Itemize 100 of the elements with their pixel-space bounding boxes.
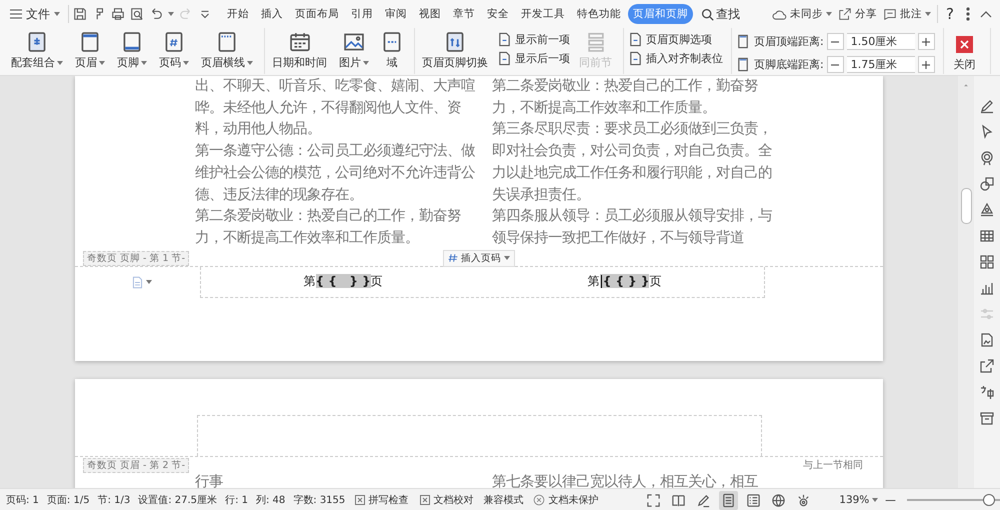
- cursor-icon[interactable]: [979, 124, 995, 140]
- image-file-icon[interactable]: [979, 332, 995, 348]
- find-button[interactable]: 查找: [695, 2, 746, 26]
- margin-icon: [736, 34, 751, 49]
- ribbon-button[interactable]: 页眉页脚选项: [628, 32, 723, 47]
- undo-icon[interactable]: [149, 7, 163, 21]
- page-icon: [497, 32, 512, 47]
- ribbon-button[interactable]: 配套组合: [8, 30, 66, 71]
- distance-field[interactable]: 1.50厘米: [846, 33, 915, 50]
- footer-label: 奇数页 页脚 - 第 1 节-: [83, 250, 189, 266]
- ribbon-button[interactable]: 图片: [336, 30, 372, 71]
- boxed-x-icon: [355, 495, 366, 505]
- badge-icon[interactable]: [979, 150, 995, 166]
- caret-icon: [826, 12, 832, 16]
- table-icon[interactable]: [979, 228, 995, 244]
- caret-icon: [141, 60, 147, 64]
- body-paragraph: 第七条要以律己宽以待人，相互关心，相互: [492, 473, 759, 488]
- increase-button[interactable]: [918, 33, 935, 50]
- status-item: 页码: 1: [5, 494, 40, 507]
- caret-icon: [146, 280, 152, 284]
- increase-button[interactable]: [918, 56, 935, 73]
- hash-icon: [448, 253, 458, 264]
- ribbon-tab[interactable]: 审阅: [380, 4, 412, 24]
- grid-icon[interactable]: [979, 254, 995, 270]
- shapes-icon[interactable]: [979, 176, 995, 192]
- header-label: 奇数页 页眉 - 第 2 节-: [83, 458, 189, 472]
- view-button[interactable]: [719, 490, 738, 510]
- scrollbar-thumb[interactable]: [960, 188, 972, 224]
- ribbon-tab[interactable]: 引用: [346, 4, 378, 24]
- globe-icon: [771, 492, 786, 508]
- ribbon-button[interactable]: 显示后一项: [497, 51, 570, 66]
- search-icon: [701, 8, 714, 20]
- sliders-icon[interactable]: [979, 306, 995, 322]
- archive-icon[interactable]: [979, 410, 995, 426]
- status-toggle[interactable]: 拼写检查: [349, 493, 414, 507]
- protection-button[interactable]: 文档未保护: [527, 493, 604, 507]
- ribbon-button[interactable]: 页眉页脚切换: [419, 30, 491, 71]
- zoom-slider-thumb[interactable]: [983, 494, 996, 506]
- comment-button[interactable]: 批注: [881, 5, 934, 23]
- share-button[interactable]: 分享: [836, 5, 880, 23]
- zoom-level-button[interactable]: 139%: [835, 492, 882, 508]
- body-paragraph: 第四条服从领导：员工必须服从领导安排，与领导保持一致把工作做好，不与领导背道: [492, 206, 773, 248]
- spin-label: 页脚底端距离:: [754, 57, 824, 72]
- ribbon-button[interactable]: 插入对齐制表位: [628, 51, 723, 66]
- plus-icon: [922, 60, 930, 68]
- ribbon-tab[interactable]: 开始: [222, 4, 254, 24]
- shield-icon: [533, 494, 546, 506]
- ribbon-button[interactable]: 域: [378, 30, 406, 71]
- body-paragraph: 行事: [195, 473, 224, 488]
- ribbon-button[interactable]: 页眉: [72, 30, 108, 71]
- same-as-previous-label: 与上一节相同: [803, 458, 863, 472]
- status-item: 列: 48: [254, 494, 286, 507]
- ribbon-tab[interactable]: 页面布局: [290, 4, 344, 24]
- pen-icon[interactable]: [979, 98, 995, 114]
- document-icon: [26, 31, 48, 53]
- header-icon: [79, 31, 101, 53]
- ribbon-button[interactable]: 页眉横线: [198, 30, 256, 71]
- ribbon-tab[interactable]: 开发工具: [516, 4, 570, 24]
- cloud-icon: [772, 8, 788, 20]
- help-button[interactable]: ?: [942, 5, 958, 23]
- decrease-button[interactable]: [826, 33, 844, 50]
- caret-icon: [504, 256, 510, 260]
- print-icon[interactable]: [111, 7, 125, 21]
- compat-mode-label: 兼容模式: [482, 494, 524, 507]
- sync-button[interactable]: 未同步: [770, 5, 834, 23]
- switch-icon: [444, 31, 466, 53]
- ribbon-button[interactable]: 日期和时间: [269, 30, 330, 71]
- file-menu[interactable]: 文件: [6, 4, 64, 24]
- caret-icon: [99, 60, 105, 64]
- page-icon: [628, 51, 643, 66]
- status-item: 节: 1/3: [96, 494, 132, 507]
- export-icon[interactable]: [979, 358, 995, 374]
- footer-icon: [121, 31, 143, 53]
- ribbon-tab[interactable]: 章节: [448, 4, 480, 24]
- print-preview-icon[interactable]: [130, 7, 144, 21]
- ribbon-tab[interactable]: 插入: [256, 4, 288, 24]
- bar-chart-icon[interactable]: [979, 280, 995, 296]
- distance-field[interactable]: 1.75厘米: [846, 56, 915, 73]
- decrease-button[interactable]: [826, 56, 844, 73]
- insert-page-number-button[interactable]: 插入页码: [443, 250, 515, 267]
- close-button[interactable]: 关闭: [948, 30, 982, 72]
- menu-icon: [10, 9, 22, 19]
- status-toggle[interactable]: 文档校对: [414, 493, 480, 507]
- translate-icon[interactable]: [979, 384, 995, 400]
- picture-icon: [343, 31, 365, 53]
- ribbon-button[interactable]: 页码: [156, 30, 192, 71]
- ribbon-tab[interactable]: 安全: [482, 4, 514, 24]
- ribbon-button[interactable]: 页脚: [114, 30, 150, 71]
- save-icon[interactable]: [73, 7, 87, 21]
- caret-icon: [363, 60, 369, 64]
- caret-icon: [168, 12, 174, 16]
- body-paragraph: 第二条爱岗敬业：热爱自己的工作，勤奋努力，不断提高工作效率和工作质量。: [492, 77, 759, 118]
- caret-icon: [183, 60, 189, 64]
- plus-icon: [922, 38, 930, 46]
- ribbon-tab[interactable]: 特色功能: [572, 4, 626, 24]
- outline-view-icon: [746, 492, 762, 508]
- ribbon-button[interactable]: 显示前一项: [497, 32, 570, 47]
- page-icon: [497, 51, 512, 66]
- page-number-icon: [163, 31, 185, 53]
- ribbon-tab[interactable]: 视图: [414, 4, 446, 24]
